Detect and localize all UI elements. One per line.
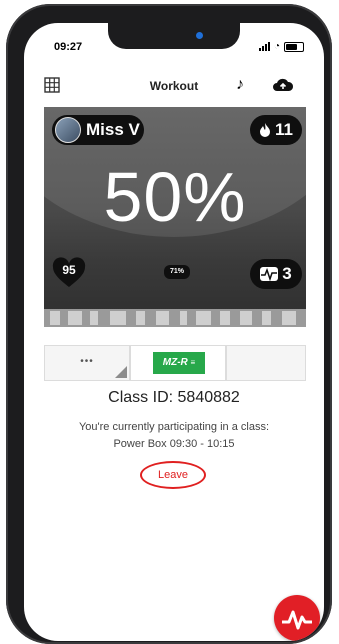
battery-icon [284,41,304,52]
zone-history-strip [44,309,306,327]
flame-count: 11 [275,120,293,139]
mzr-logo-text: MZ-R [162,357,188,368]
broadcast-icon: ≡ [190,358,196,367]
tab-more[interactable]: ••• [44,345,130,381]
avatar [55,117,81,143]
status-icons: ◔ [258,41,304,52]
mzr-logo: MZ-R ≡ [153,352,205,374]
app-screen: 09:27 ◔ Workout ♪ Miss V 11 50% 95 71% 3… [24,23,324,641]
participating-text: You're currently participating in a clas… [78,421,269,433]
signal-icon [258,42,270,51]
user-name: Miss V [86,120,140,139]
class-name: Power Box 09:30 - 10:15 [113,438,235,450]
corner-indicator [115,366,127,378]
flame-icon [260,123,270,137]
effort-percent: 50% [103,158,247,236]
phone-frame: 09:27 ◔ Workout ♪ Miss V 11 50% 95 71% 3… [6,4,332,644]
tab-empty[interactable] [226,345,306,381]
heart-rate-value: 95 [62,263,76,277]
wifi-icon: ◔ [273,41,280,52]
zone-count: 3 [282,264,292,283]
zone-count-pill: 3 [250,259,302,289]
device-notch [108,23,240,49]
cloud-upload-icon[interactable] [272,76,294,94]
music-note-icon[interactable]: ♪ [236,76,244,94]
pulse-chart-icon [260,267,279,281]
status-time: 09:27 [54,41,83,53]
small-percent-badge: 71% [164,265,190,279]
app-bar: Workout ♪ [24,67,324,105]
leave-button[interactable]: Leave [140,461,206,489]
camera-dot [196,32,203,39]
user-name-pill: Miss V [52,115,144,145]
workout-tile: Miss V 11 50% 95 71% 3 [44,107,306,327]
source-tabs: ••• MZ-R ≡ [44,345,306,381]
tab-mzr[interactable]: MZ-R ≡ [130,345,226,381]
class-id: Class ID: 5840882 [108,389,240,406]
heart-rate-badge: 95 [52,257,86,289]
flame-count-pill: 11 [250,115,302,145]
heartbeat-logo-icon [282,610,312,630]
myzone-fab-button[interactable] [274,595,320,641]
